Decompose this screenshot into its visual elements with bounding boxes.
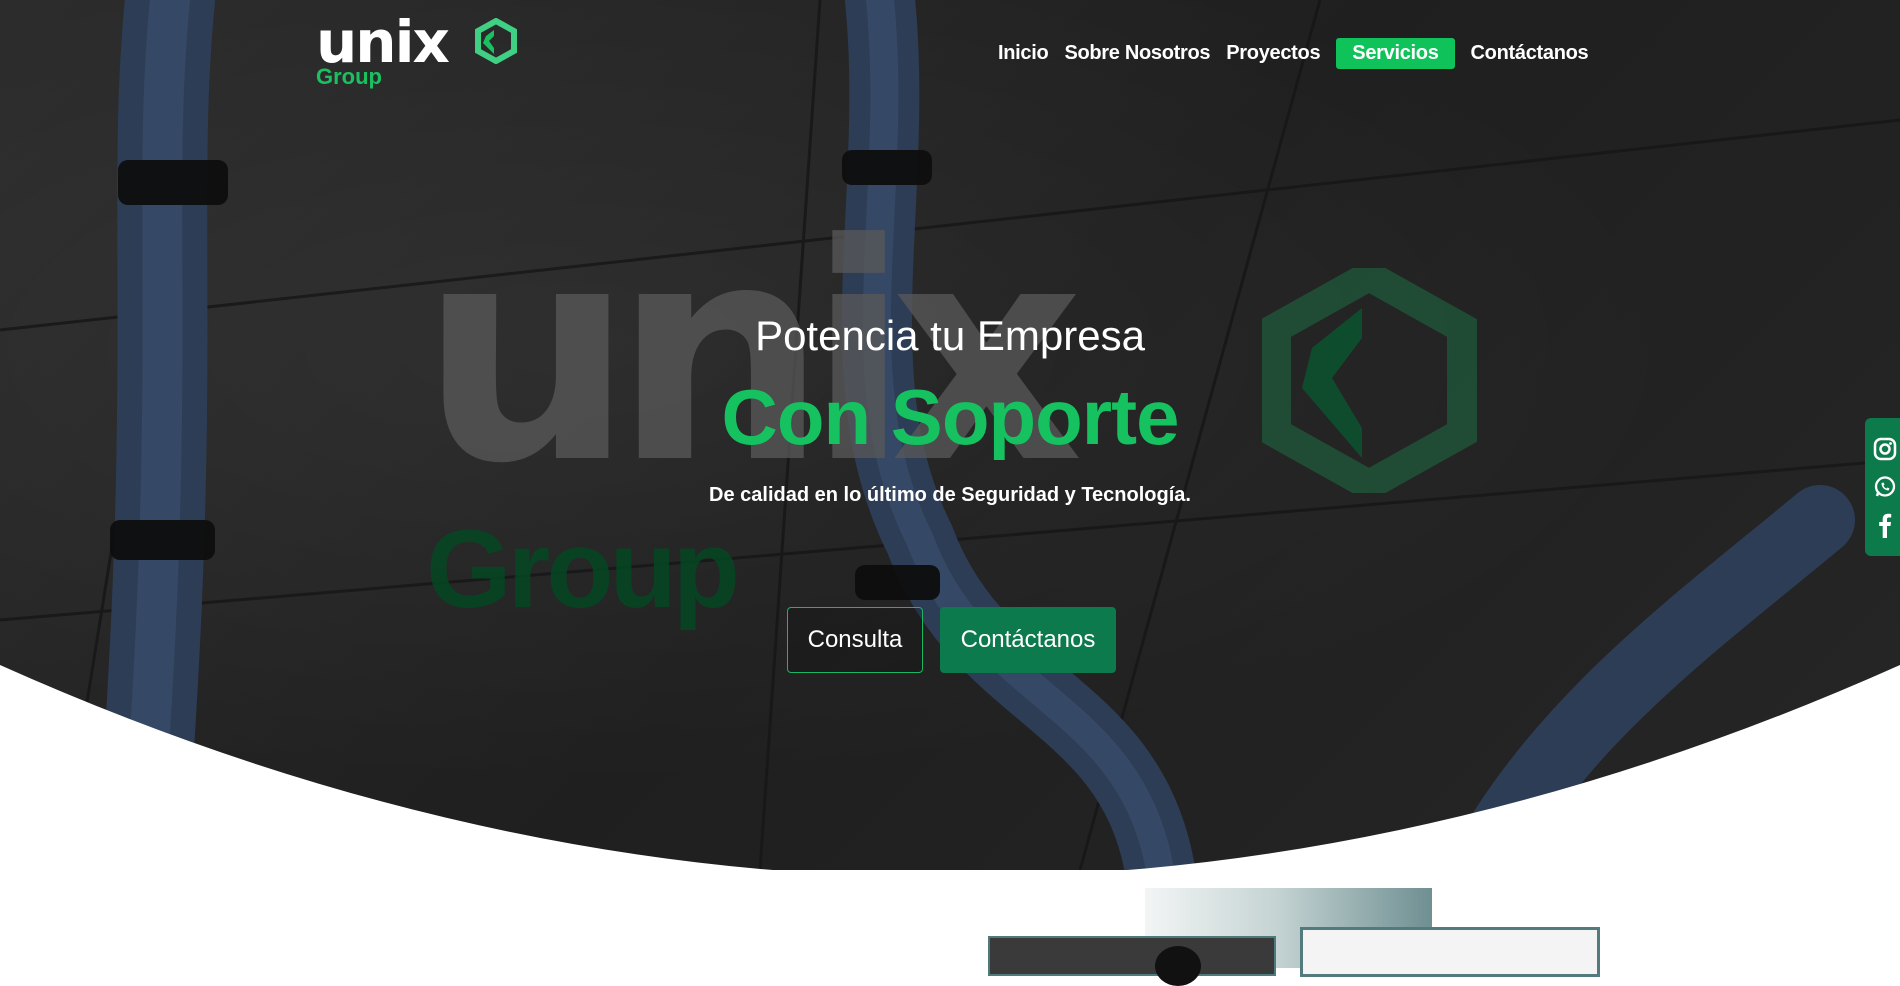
whatsapp-icon[interactable] [1872,474,1898,500]
hero-subtitle: De calidad en lo último de Seguridad y T… [709,484,1191,506]
about-image-photo [988,936,1276,986]
brand-logo-sub: Group [316,64,382,89]
nav-item-servicios[interactable]: Servicios [1336,38,1455,69]
facebook-icon[interactable] [1872,512,1898,538]
main-nav: Inicio Sobre Nosotros Proyectos Servicio… [990,38,1596,69]
instagram-icon[interactable] [1872,436,1898,462]
hero-watermark-sub: Group [426,508,740,631]
nav-item-sobre-nosotros[interactable]: Sobre Nosotros [1056,38,1218,69]
about-image-frame [1300,927,1600,977]
consult-button[interactable]: Consulta [787,607,923,673]
nav-item-contactanos[interactable]: Contáctanos [1463,38,1597,69]
about-photo-person [1155,946,1201,986]
social-sidebar [1865,418,1900,556]
hero-title: Potencia tu Empresa [755,312,1145,359]
brand-logo-word: unix [316,8,450,76]
nav-item-proyectos[interactable]: Proyectos [1218,38,1328,69]
brand-hexagon-icon [475,18,517,64]
brand-logo[interactable]: unix Group [316,8,517,89]
hero-highlight: Con Soporte [721,373,1180,461]
nav-item-inicio[interactable]: Inicio [990,38,1056,69]
contact-button[interactable]: Contáctanos [940,607,1116,673]
